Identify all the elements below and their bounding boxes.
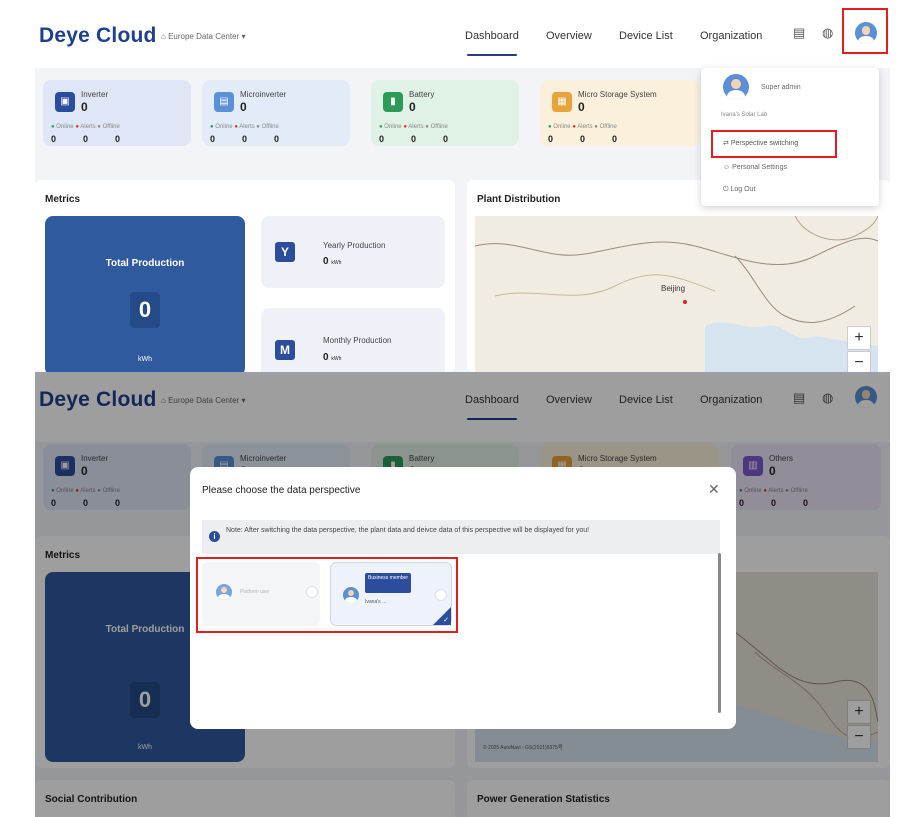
menu-log-out[interactable]: ⏻ Log Out [723,186,755,194]
user-dropdown-menu: Super admin Ivana's Solar Lab ⇄ Perspect… [701,68,879,206]
close-icon[interactable]: ✕ [708,481,720,498]
highlight-avatar [842,8,888,54]
note-text: Note: After switching the data perspecti… [226,527,590,534]
card-name: Battery [409,90,435,99]
note-bar: i Note: After switching the data perspec… [202,520,720,554]
dashboard-with-perspective-modal: Deye Cloud ⌂ Europe Data Center ▾ Dashbo… [35,372,890,817]
menu-role: Super admin [761,84,801,91]
card-status-labels: ● Online ● Alerts ● Offline [379,124,448,130]
microinverter-icon: ▤ [214,92,234,112]
menu-personal-settings[interactable]: ☺ Personal Settings [723,164,787,171]
yearly-production-value: 0 kWh [323,256,342,267]
card-count: 0 [81,100,88,114]
inverter-icon: ▣ [55,92,75,112]
metrics-panel: Metrics Total Production 0 kWh Y Yearly … [35,180,455,372]
card-status-labels: ● Online ● Alerts ● Offline [548,124,617,130]
yearly-letter-icon: Y [275,242,295,262]
region-label: Europe Data Center [168,32,240,41]
highlight-perspective-options [196,557,458,633]
menu-org: Ivana's Solar Lab [721,112,768,118]
card-status-values: 000 [51,134,121,144]
modal-scrollbar[interactable] [718,553,721,713]
card-count: 0 [409,100,416,114]
menu-avatar [723,74,749,100]
device-card-microinverter[interactable]: ▤ Microinverter 0 ● Online ● Alerts ● Of… [202,80,350,146]
metrics-title: Metrics [45,194,81,205]
document-icon[interactable]: ▤ [793,25,805,41]
map-lines [475,216,878,372]
globe-icon[interactable]: ◍ [822,25,833,41]
card-status-values: 000 [210,134,280,144]
monthly-letter-icon: M [275,340,295,360]
modal-title: Please choose the data perspective [202,485,361,496]
monthly-production-value: 0 kWh [323,352,342,363]
device-card-inverter[interactable]: ▣ Inverter 0 ● Online ● Alerts ● Offline… [43,80,191,146]
card-count: 0 [578,100,585,114]
nav-device-list[interactable]: Device List [619,30,673,42]
info-icon: i [209,531,220,542]
user-icon: ☺ [723,164,733,171]
monthly-production-card: M Monthly Production 0 kWh [261,308,445,372]
map-zoom-out-button[interactable]: − [847,351,871,372]
building-icon: ⌂ [161,32,169,41]
total-production-card: Total Production 0 kWh [45,216,245,372]
logo: Deye Cloud [39,24,157,47]
beijing-marker[interactable] [683,300,687,304]
plant-distribution-panel: Plant Distribution Beijing + − [467,180,890,372]
device-card-battery[interactable]: ▮ Battery 0 ● Online ● Alerts ● Offline … [371,80,519,146]
total-production-value: 0 [130,292,160,328]
plant-map[interactable]: Beijing + − [475,216,878,372]
card-status-values: 000 [548,134,618,144]
card-name: Inverter [81,90,109,99]
card-status-labels: ● Online ● Alerts ● Offline [51,124,120,130]
nav-overview[interactable]: Overview [546,30,592,42]
yearly-production-label: Yearly Production [323,241,386,250]
nav-dashboard[interactable]: Dashboard [465,30,519,56]
card-status-values: 000 [379,134,449,144]
battery-icon: ▮ [383,92,403,112]
total-production-unit: kWh [138,356,152,363]
card-count: 0 [240,100,247,114]
nav-organization[interactable]: Organization [700,30,762,42]
yearly-production-card: Y Yearly Production 0 kWh [261,216,445,288]
perspective-modal: Please choose the data perspective ✕ i N… [190,467,736,729]
total-production-label: Total Production [105,258,185,269]
device-card-micro-storage[interactable]: ▦ Micro Storage System 0 ● Online ● Aler… [540,80,700,146]
highlight-perspective-switching [711,130,837,158]
map-zoom-in-button[interactable]: + [847,326,871,350]
storage-icon: ▦ [552,92,572,112]
card-name: Micro Storage System [578,90,657,99]
monthly-production-label: Monthly Production [323,336,392,345]
dashboard-with-user-menu: Deye Cloud ⌂ Europe Data Center ▾ Dashbo… [35,0,890,372]
card-name: Microinverter [240,90,287,99]
beijing-label: Beijing [661,284,686,293]
card-status-labels: ● Online ● Alerts ● Offline [210,124,279,130]
plant-distribution-title: Plant Distribution [477,194,561,205]
top-header: Deye Cloud ⌂ Europe Data Center ▾ Dashbo… [35,0,890,68]
region-selector[interactable]: ⌂ Europe Data Center ▾ [161,32,245,41]
chevron-down-icon: ▾ [239,32,246,41]
